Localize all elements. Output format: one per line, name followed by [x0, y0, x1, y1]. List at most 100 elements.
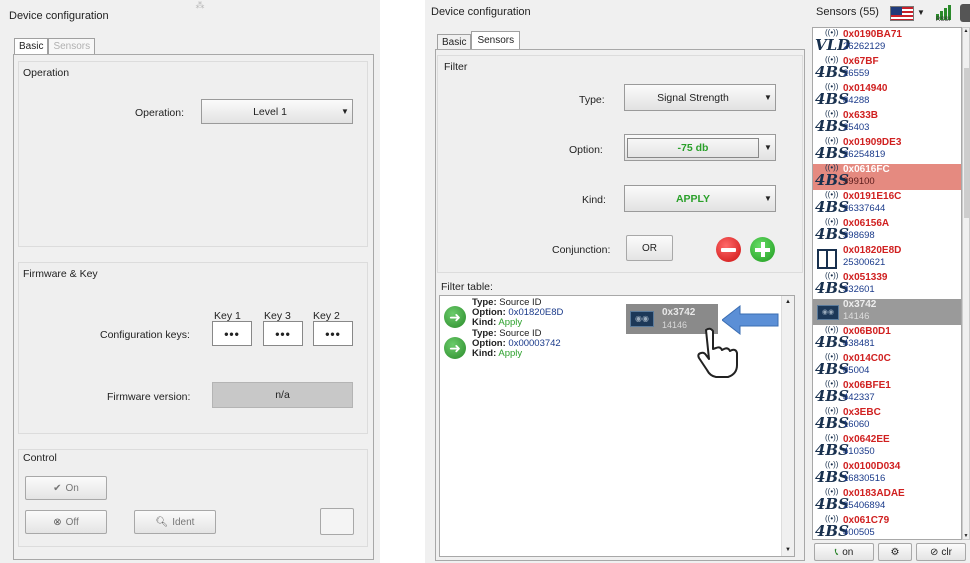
sensor-dec-id: 442337 — [843, 392, 875, 403]
sensors-on-button[interactable]: 📞︎ on — [814, 543, 874, 561]
off-button[interactable]: ⊗ Off — [25, 510, 107, 534]
sensor-hex-id: 0x3EBC — [843, 407, 881, 418]
operation-group-title: Operation — [23, 67, 70, 79]
us-flag-icon — [890, 6, 914, 21]
sensor-list-scrollbar[interactable]: ▲ ▼ — [962, 27, 970, 540]
sensor-hex-id: 0x01820E8D — [843, 245, 902, 256]
kind-select[interactable]: APPLY ▼ — [624, 185, 776, 212]
option-label: Option: — [569, 144, 603, 156]
left-tab-sensors[interactable]: Sensors — [48, 38, 96, 54]
filter-table[interactable]: ➜ Type: Source ID Option: 0x01820E8D Kin… — [439, 295, 795, 557]
sensor-list-item[interactable]: ((•)) 4BS 0x051339 332601 — [813, 271, 961, 298]
control-group-title: Control — [23, 452, 57, 464]
sensor-list-item[interactable]: ◉◉ 0x3742 14146 — [813, 299, 961, 325]
left-tab-bar: Basic Sensors — [14, 38, 96, 54]
sensor-list-item[interactable]: 0x01820E8D 25300621 — [813, 245, 961, 271]
conjunction-button[interactable]: OR — [626, 235, 673, 261]
type-select[interactable]: Signal Strength ▼ — [624, 84, 776, 111]
phone-icon: 📞︎ — [834, 546, 839, 558]
sensors-settings-button[interactable]: ⚙ — [878, 543, 912, 561]
sensor-hex-id: 0x01909DE3 — [843, 137, 902, 148]
sensors-title: Sensors (55) — [816, 6, 879, 18]
left-tab-basic[interactable]: Basic — [14, 38, 49, 54]
left-device-config-window: Device configuration ⁂ Basic Sensors Ope… — [0, 0, 380, 563]
option-select[interactable]: -75 db ▼ — [624, 134, 776, 161]
off-button-label: Off — [65, 516, 79, 528]
sensors-panel: Sensors (55) ▼ RSSI ((•)) VLD 0x0190BA71 26… — [810, 0, 970, 563]
dragged-sensor-dec: 14146 — [662, 320, 688, 330]
rssi-label: RSSI — [936, 17, 951, 23]
wrench-icon[interactable] — [960, 4, 970, 22]
option-value: -75 db — [627, 137, 759, 158]
firmware-group-title: Firmware & Key — [23, 268, 98, 280]
sensor-hex-id: 0x06BFE1 — [843, 380, 891, 391]
operation-select[interactable]: Level 1 ▼ — [201, 99, 353, 124]
sensor-dec-id: 332601 — [843, 284, 875, 295]
sensor-list-item[interactable]: ((•)) 4BS 0x67BF 26559 — [813, 55, 961, 82]
sensor-list-item[interactable]: ((•)) 4BS 0x3EBC 16060 — [813, 406, 961, 433]
sensor-list-item[interactable]: ((•)) VLD 0x0190BA71 26262129 — [813, 28, 961, 55]
sensor-dec-id: 399100 — [843, 176, 875, 187]
sensor-dec-id: 398698 — [843, 230, 875, 241]
sensor-hex-id: 0x014940 — [843, 83, 888, 94]
key1-field[interactable]: ••• — [212, 321, 252, 346]
sensor-list-item[interactable]: ((•)) 4BS 0x0191E16C 26337644 — [813, 190, 961, 217]
operation-value: Level 1 — [253, 105, 287, 118]
sensor-list-item[interactable]: ((•)) 4BS 0x01909DE3 26254819 — [813, 136, 961, 163]
sensor-dec-id: 16060 — [843, 419, 870, 430]
scroll-down-icon[interactable]: ▼ — [782, 547, 794, 553]
sensor-hex-id: 0x633B — [843, 110, 879, 121]
on-button[interactable]: ✔ On — [25, 476, 107, 500]
scroll-up-icon[interactable]: ▲ — [782, 299, 794, 305]
config-keys-label: Configuration keys: — [100, 329, 190, 341]
sensor-list-item[interactable]: ((•)) 4BS 0x0100D034 16830516 — [813, 460, 961, 487]
scrollbar-thumb[interactable] — [964, 68, 969, 218]
device-icon: ◉◉ — [817, 305, 839, 320]
sensor-hex-id: 0x06B0D1 — [843, 326, 891, 337]
sensor-list-item[interactable]: ((•)) 4BS 0x0183ADAE 25406894 — [813, 487, 961, 514]
key2-field[interactable]: ••• — [313, 321, 353, 346]
sensors-clear-button[interactable]: ⊘ clr — [916, 543, 966, 561]
firmware-version-value: n/a — [212, 382, 353, 408]
sensor-list-item[interactable]: ((•)) 4BS 0x06BFE1 442337 — [813, 379, 961, 406]
sensor-list-item[interactable]: ((•)) 4BS 0x0642EE 410350 — [813, 433, 961, 460]
right-tab-basic[interactable]: Basic — [437, 34, 472, 50]
chevron-down-icon: ▼ — [917, 8, 925, 17]
key3-field[interactable]: ••• — [263, 321, 303, 346]
sensor-list-item[interactable]: ((•)) 4BS 0x633B 25403 — [813, 109, 961, 136]
filter-table-scrollbar[interactable]: ▲ ▼ — [781, 296, 794, 556]
kind-label: Kind: — [582, 194, 606, 206]
dragged-sensor-hex: 0x3742 — [662, 307, 696, 318]
chevron-down-icon: ▼ — [341, 107, 349, 116]
language-flag-select[interactable]: ▼ — [890, 4, 932, 24]
sensor-list-item[interactable]: ((•)) 4BS 0x014940 84288 — [813, 82, 961, 109]
sensor-hex-id: 0x0183ADAE — [843, 488, 905, 499]
remove-filter-icon[interactable] — [716, 237, 741, 262]
rssi-signal-icon[interactable]: RSSI — [934, 4, 958, 24]
sensor-list-item[interactable]: ((•)) 4BS 0x0616FC 399100 — [813, 163, 961, 190]
scroll-down-icon[interactable]: ▼ — [963, 533, 969, 539]
scroll-up-icon[interactable]: ▲ — [963, 28, 969, 34]
right-tab-body: Filter Type: Signal Strength ▼ Option: -… — [435, 49, 805, 561]
type-label: Type: — [579, 94, 605, 106]
sensor-hex-id: 0x061C79 — [843, 515, 890, 526]
add-filter-icon[interactable] — [750, 237, 775, 262]
filter-kind-value: Apply — [498, 348, 523, 359]
filter-row[interactable]: ➜ Type: Source ID Option: 0x00003742 Kin… — [442, 327, 612, 365]
sensor-list-item[interactable]: ((•)) 4BS 0x06B0D1 438481 — [813, 325, 961, 352]
sensor-list[interactable]: ((•)) VLD 0x0190BA71 26262129 ((•)) 4BS 0x67BF… — [812, 27, 962, 540]
chevron-down-icon: ▼ — [764, 194, 772, 203]
filter-kind-key: Kind: — [472, 348, 497, 359]
left-window-title: Device configuration — [9, 10, 109, 22]
ident-button[interactable]: 🔍︎ Ident — [134, 510, 216, 534]
on-button-label: On — [65, 482, 79, 494]
sensor-list-item[interactable]: ((•)) 4BS 0x014C0C 85004 — [813, 352, 961, 379]
sensor-dec-id: 25300621 — [843, 257, 886, 268]
check-icon: ✔ — [53, 482, 62, 494]
sensor-list-item[interactable]: ((•)) 4BS 0x061C79 400505 — [813, 514, 961, 539]
sensor-list-item[interactable]: ((•)) 4BS 0x06156A 398698 — [813, 217, 961, 244]
search-icon: 🔍︎ — [155, 516, 169, 528]
operation-group — [18, 61, 368, 247]
sensor-dec-id: 26254819 — [843, 149, 886, 160]
right-tab-sensors[interactable]: Sensors — [471, 31, 521, 50]
